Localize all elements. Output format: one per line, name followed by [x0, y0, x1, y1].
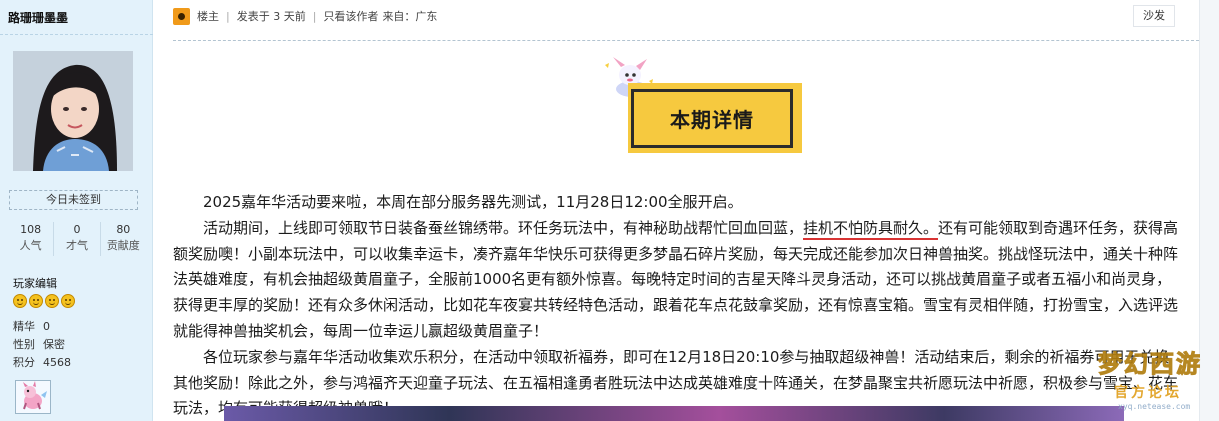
title-frame: 本期详情	[631, 89, 793, 148]
stat-label: 人气	[19, 239, 42, 252]
divider	[173, 40, 1199, 41]
stat-contribution[interactable]: 80 贡献度	[101, 222, 146, 256]
post-image[interactable]	[224, 406, 1124, 421]
watermark-url: xyq.netease.com	[1118, 402, 1191, 411]
section-title: 本期详情	[670, 108, 754, 132]
stat-value: 0	[73, 223, 81, 236]
user-stats: 108 人气 0 才气 80 贡献度	[8, 222, 146, 256]
info-row-essence: 精华 0	[13, 318, 71, 336]
info-key: 积分	[13, 356, 35, 369]
info-value: 4568	[43, 356, 71, 369]
smiley-medal-icon[interactable]	[13, 294, 27, 308]
post-location: 来自：广东	[382, 10, 438, 23]
info-key: 精华	[13, 320, 35, 333]
info-key: 性别	[13, 338, 35, 351]
paragraph: 2025嘉年华活动要来啦，本周在部分服务器先测试，11月28日12:00全服开启…	[203, 193, 743, 211]
section-title-card: 本期详情	[628, 83, 802, 153]
avatar[interactable]	[13, 51, 133, 171]
stat-talent[interactable]: 0 才气	[54, 222, 101, 256]
divider	[0, 34, 153, 35]
pet-badge-icon[interactable]	[15, 380, 51, 414]
info-value: 保密	[43, 338, 65, 351]
smiley-medal-icon[interactable]	[45, 294, 59, 308]
smiley-medal-icon[interactable]	[61, 294, 75, 308]
medal-list	[13, 294, 75, 308]
username[interactable]: 路珊珊墨墨	[8, 9, 68, 26]
user-profile-sidebar: 路珊珊墨墨 今日未签到 108 人气 0 才气 80 贡献度 玩家编辑 精华 0…	[0, 0, 153, 421]
medals-title: 玩家编辑	[13, 277, 57, 290]
user-info: 精华 0 性别 保密 积分 4568	[13, 318, 71, 372]
post-meta-bar: 楼主 | 发表于 3 天前 | 只看该作者 来自：广东	[173, 5, 437, 27]
divider: |	[226, 9, 230, 23]
stat-value: 108	[20, 223, 42, 236]
smiley-medal-icon[interactable]	[29, 294, 43, 308]
watermark-logo: 梦幻西游	[1098, 350, 1202, 379]
info-row-points: 积分 4568	[13, 354, 71, 372]
stat-label: 才气	[65, 239, 88, 252]
stat-value: 80	[116, 223, 131, 236]
divider: |	[312, 9, 317, 23]
highlighted-phrase: 挂机不怕防具耐久。	[803, 218, 939, 240]
paragraph: 活动期间，上线即可领取节日装备蚕丝锦绣带。环任务玩法中，有神秘助战帮忙回血回蓝，…	[173, 216, 1183, 345]
author-only-link[interactable]: 只看该作者	[323, 8, 378, 24]
post-body: 2025嘉年华活动要来啦，本周在部分服务器先测试，11月28日12:00全服开启…	[173, 190, 1183, 421]
watermark-sub: 官方论坛	[1114, 385, 1182, 401]
role-label: 楼主	[197, 10, 219, 23]
post-time: 发表于 3 天前	[236, 10, 306, 23]
stat-popularity[interactable]: 108 人气	[8, 222, 55, 256]
floor-number[interactable]: 沙发	[1133, 5, 1175, 27]
stat-label: 贡献度	[106, 239, 140, 252]
paragraph-text: 活动期间，上线即可领取节日装备蚕丝锦绣带。环任务玩法中，有神秘助战帮忙回血回蓝，	[203, 218, 804, 237]
thread-owner-icon	[173, 7, 190, 25]
forum-watermark: 梦幻西游 官方论坛 xyq.netease.com	[1094, 338, 1204, 416]
checkin-button[interactable]: 今日未签到	[9, 190, 138, 210]
info-row-gender: 性别 保密	[13, 336, 71, 354]
info-value: 0	[43, 320, 50, 333]
